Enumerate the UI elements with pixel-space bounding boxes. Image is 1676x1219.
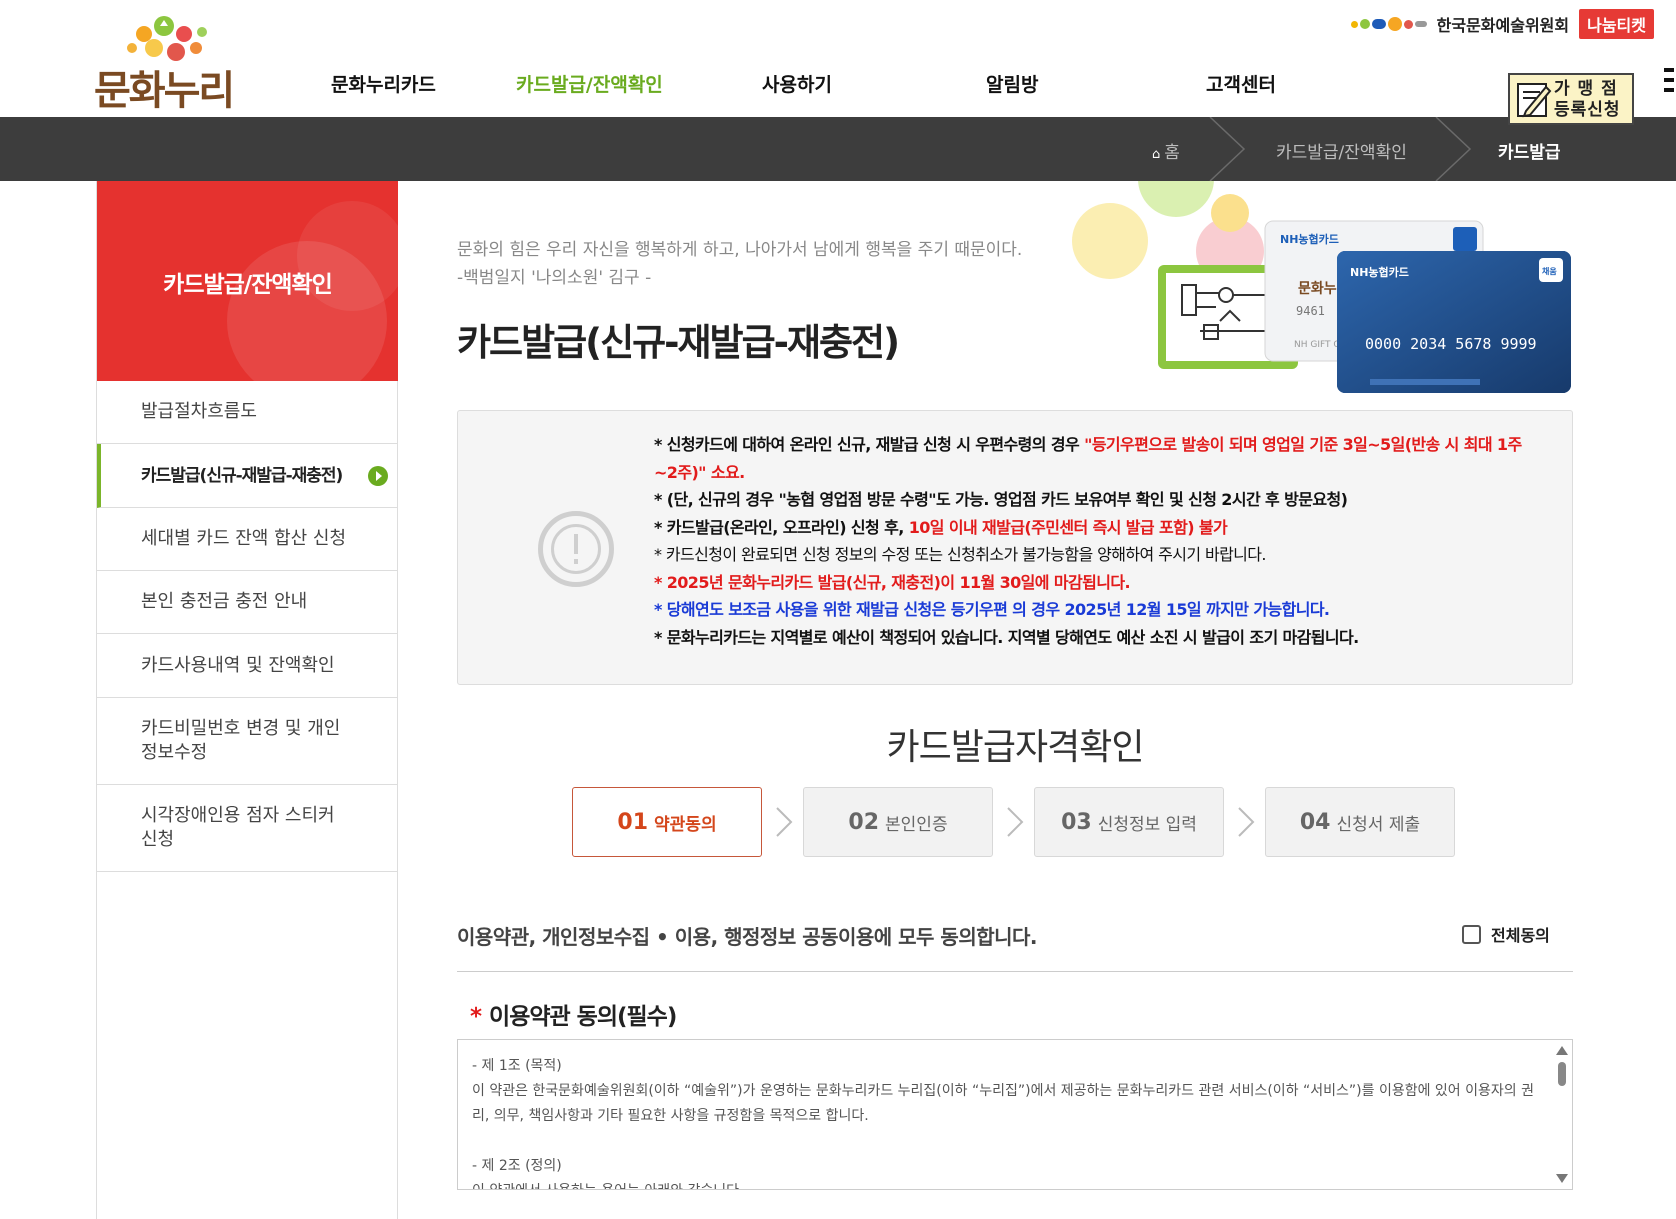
pencil-form-icon	[1517, 83, 1552, 118]
gnb-item-notice[interactable]: 알림방	[986, 70, 1038, 97]
arrow-circle-icon	[368, 465, 388, 486]
eligibility-title: 카드발급자격확인	[886, 727, 1145, 768]
sidebar-hero: 카드발급/잔액확인	[97, 181, 398, 381]
terms-textbox[interactable]: - 제 1조 (목적) 이 약관은 한국문화예술위원회(이하 “예술위”)가 운…	[457, 1039, 1573, 1190]
alert-circle-icon	[538, 511, 614, 587]
sidebar-title: 카드발급/잔액확인	[163, 272, 333, 298]
scroll-up-icon[interactable]	[1556, 1046, 1568, 1055]
gnb-item-issue-balance[interactable]: 카드발급/잔액확인	[516, 70, 663, 97]
breadcrumb: ⌂ 홈 카드발급/잔액확인 카드발급	[0, 117, 1676, 181]
nanum-ticket-link[interactable]: 나눔티켓	[1579, 9, 1654, 39]
gnb-item-customer-center[interactable]: 고객센터	[1206, 70, 1276, 97]
gnb-item-card[interactable]: 문화누리카드	[331, 70, 436, 97]
front-card-number: 0000 2034 5678 9999	[1365, 335, 1537, 353]
home-icon: ⌂	[1152, 147, 1161, 162]
sidebar-item-usage-history[interactable]: 카드사용내역 및 잔액확인	[97, 634, 398, 698]
step-number: 04	[1299, 809, 1331, 835]
sidebar-item-self-charge[interactable]: 본인 충전금 충전 안내	[97, 571, 398, 634]
scroll-thumb[interactable]	[1558, 1062, 1566, 1086]
step-label: 신청정보 입력	[1097, 814, 1197, 835]
step-identity-verification[interactable]: 02 본인인증	[803, 787, 993, 857]
step-terms-agreement[interactable]: 01 약관동의	[572, 787, 762, 857]
chevron-right-icon	[1238, 807, 1255, 837]
notice-line-7: * 문화누리카드는 지역별로 예산이 책정되어 있습니다. 지역별 당해연도 예…	[654, 627, 1359, 647]
site-header: 문화누리 문화누리카드 카드발급/잔액확인 사용하기 알림방 고객센터 한국문화…	[0, 0, 1676, 125]
sidebar-item-label: 카드발급(신규-재발급-재충전)	[141, 465, 343, 486]
store-register-label: 가 맹 점 등록신청	[1554, 79, 1621, 120]
sidebar-item-password-change[interactable]: 카드비밀번호 변경 및 개인 정보수정	[97, 698, 398, 785]
back-card-number: 9461	[1296, 304, 1325, 318]
step-progress: 01 약관동의 02 본인인증 03 신청정보 입력 04 신청서 제출	[572, 787, 1455, 857]
terms-section-title: * 이용약관 동의(필수)	[470, 997, 677, 1031]
step-number: 03	[1061, 809, 1092, 835]
sidebar-item-household-balance[interactable]: 세대별 카드 잔액 합산 신청	[97, 508, 398, 571]
store-register-button[interactable]: 가 맹 점 등록신청	[1508, 73, 1634, 125]
notice-line-4: * 카드신청이 완료되면 신청 정보의 수정 또는 신청취소가 불가능함을 양해…	[654, 545, 1267, 564]
breadcrumb-separator-icon	[1435, 117, 1472, 181]
breadcrumb-home-label: 홈	[1164, 143, 1180, 163]
arko-logo-icon	[1350, 17, 1427, 31]
terms-content: - 제 1조 (목적) 이 약관은 한국문화예술위원회(이하 “예술위”)가 운…	[472, 1054, 1542, 1189]
article-2-body: 이 약관에서 사용하는 용어는 아래와 같습니다.	[472, 1179, 1542, 1189]
sidebar-item-label: 카드사용내역 및 잔액확인	[141, 654, 335, 676]
notice-line-5: * 2025년 문화누리카드 발급(신규, 재충전)이 11월 30일에 마감됩…	[654, 572, 1131, 592]
breadcrumb-separator-icon	[1209, 117, 1246, 181]
back-card-brand: NH농협카드	[1280, 232, 1339, 246]
sidebar-menu: 발급절차흐름도 카드발급(신규-재발급-재충전) 세대별 카드 잔액 합산 신청…	[97, 381, 398, 872]
breadcrumb-item-issue-balance[interactable]: 카드발급/잔액확인	[1276, 138, 1407, 163]
arko-link[interactable]: 한국문화예술위원회	[1437, 12, 1569, 36]
scroll-down-icon[interactable]	[1556, 1174, 1568, 1183]
notice-line-1: * 신청카드에 대하여 온라인 신규, 재발급 신청 시 우편수령의 경우 "등…	[654, 435, 1522, 482]
notice-line-2: * (단, 신규의 경우 "농협 영업점 방문 수령"도 가능. 영업점 카드 …	[654, 490, 1348, 509]
quote: 문화의 힘은 우리 자신을 행복하게 하고, 나아가서 남에게 행복을 주기 때…	[457, 236, 1022, 292]
site-logo[interactable]: 문화누리	[92, 8, 242, 114]
quote-line-1: 문화의 힘은 우리 자신을 행복하게 하고, 나아가서 남에게 행복을 주기 때…	[457, 240, 1023, 260]
divider	[457, 971, 1573, 972]
front-card-badge: 채움	[1542, 266, 1557, 276]
article-1-body: 이 약관은 한국문화예술위원회(이하 “예술위”)가 운영하는 문화누리카드 누…	[472, 1083, 1534, 1124]
breadcrumb-item-current: 카드발급	[1498, 143, 1561, 163]
sidebar-item-issue-flow[interactable]: 발급절차흐름도	[97, 381, 398, 444]
sidebar-item-card-issue[interactable]: 카드발급(신규-재발급-재충전)	[97, 444, 398, 508]
step-label: 본인인증	[885, 814, 948, 835]
agree-all-control[interactable]: 전체동의	[1462, 922, 1550, 946]
notice-line-3: * 카드발급(온라인, 오프라인) 신청 후, 10일 이내 재발급(주민센터 …	[654, 517, 1228, 537]
terms-title-label: 이용약관 동의(필수)	[489, 1004, 677, 1030]
top-utility: 한국문화예술위원회 나눔티켓	[1350, 8, 1654, 40]
notice-text: * 신청카드에 대하여 온라인 신규, 재발급 신청 시 우편수령의 경우 "등…	[654, 431, 1534, 651]
agree-all-checkbox[interactable]	[1462, 924, 1481, 944]
sidebar: 카드발급/잔액확인 발급절차흐름도 카드발급(신규-재발급-재충전) 세대별 카…	[96, 181, 398, 1219]
sidebar-item-label: 본인 충전금 충전 안내	[141, 591, 308, 612]
step-label: 신청서 제출	[1336, 814, 1421, 835]
step-application-info[interactable]: 03 신청정보 입력	[1034, 787, 1224, 857]
agree-all-label[interactable]: 전체동의	[1491, 922, 1550, 946]
page-title: 카드발급(신규-재발급-재충전)	[457, 321, 900, 364]
notice-box: * 신청카드에 대하여 온라인 신규, 재발급 신청 시 우편수령의 경우 "등…	[457, 410, 1573, 685]
front-card-brand: NH농협카드	[1350, 265, 1409, 279]
gnb-item-usage[interactable]: 사용하기	[762, 70, 832, 97]
card-hero-illustration: NH농협카드 문화누리 9461 NH GIFT CA NH농협카드 채움 00…	[1072, 181, 1571, 393]
article-2-title: - 제 2조 (정의)	[472, 1158, 562, 1174]
step-label: 약관동의	[654, 814, 717, 835]
sidebar-item-label: 카드비밀번호 변경 및 개인 정보수정	[141, 718, 341, 763]
quote-line-2: -백범일지 '나의소원' 김구 -	[457, 268, 652, 288]
sidebar-item-label: 발급절차흐름도	[141, 401, 257, 422]
sidebar-item-braille-sticker[interactable]: 시각장애인용 점자 스티커 신청	[97, 785, 398, 872]
chevron-right-icon	[1007, 807, 1024, 837]
logo-text: 문화누리	[94, 68, 235, 114]
step-submit-application[interactable]: 04 신청서 제출	[1265, 787, 1455, 857]
article-1-title: - 제 1조 (목적)	[472, 1058, 562, 1074]
sidebar-item-label: 세대별 카드 잔액 합산 신청	[141, 528, 347, 549]
agree-all-description: 이용약관, 개인정보수집 • 이용, 행정정보 공동이용에 모두 동의합니다.	[457, 925, 1038, 949]
step-number: 01	[617, 809, 649, 835]
notice-line-6: * 당해연도 보조금 사용을 위한 재발급 신청은 등기우편 의 경우 2025…	[654, 600, 1330, 619]
required-mark: *	[470, 1004, 482, 1030]
sidebar-item-label: 시각장애인용 점자 스티커 신청	[141, 805, 335, 850]
logo-flower-icon	[127, 16, 207, 61]
terms-scrollbar[interactable]	[1552, 1040, 1572, 1189]
step-number: 02	[848, 809, 880, 835]
chevron-right-icon	[776, 807, 793, 837]
all-menu-icon[interactable]	[1664, 68, 1676, 96]
breadcrumb-home[interactable]: ⌂ 홈	[1152, 138, 1180, 163]
